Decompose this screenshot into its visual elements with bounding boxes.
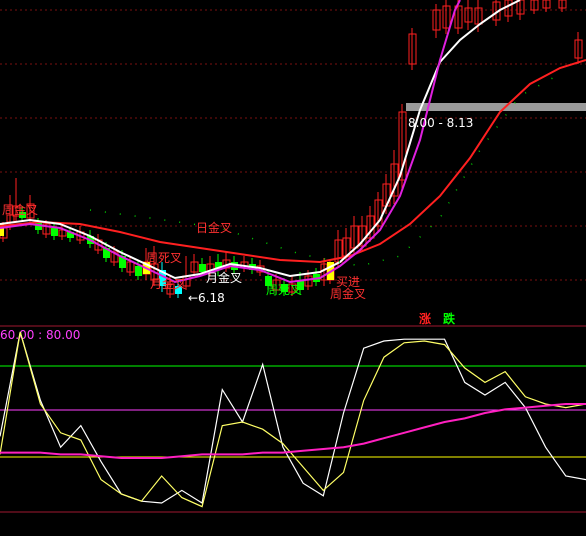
stock-chart: 日金叉周金叉月金叉月金叉周死叉周死叉买进周金叉←6.188.00 - 8.13 … xyxy=(0,0,586,513)
candlestick-series xyxy=(0,0,583,298)
oscillator-series xyxy=(0,331,586,504)
annotation-label: 周金叉 xyxy=(2,202,38,217)
ma-magenta-line xyxy=(0,0,461,284)
oscillator-series xyxy=(0,331,586,508)
ma-red-line xyxy=(0,59,586,264)
oscillator-panel: 60.00 : 80.00 涨跌 xyxy=(0,311,586,513)
trend-dots xyxy=(89,73,561,267)
resistance-band xyxy=(406,103,586,111)
annotation-label: 月金叉 xyxy=(150,276,186,291)
signal-annotations: 日金叉周金叉月金叉月金叉周死叉周死叉买进周金叉←6.188.00 - 8.13 xyxy=(2,116,473,305)
ma-white-line xyxy=(0,0,521,280)
annotation-label: 周死叉 xyxy=(266,283,302,297)
annotation-label: 周死叉 xyxy=(146,251,182,265)
annotation-label: 周金叉 xyxy=(330,286,366,301)
annotation-label: 日金叉 xyxy=(196,220,232,235)
legend-label: 跌 xyxy=(443,311,456,326)
annotation-label: 8.00 - 8.13 xyxy=(408,116,473,130)
candle-body xyxy=(135,266,142,276)
price-band-bar xyxy=(406,103,586,111)
oscillator-series xyxy=(0,403,586,459)
oscillator-header: 60.00 : 80.00 xyxy=(0,328,80,342)
annotation-label: ←6.18 xyxy=(188,291,225,305)
candle-body xyxy=(51,228,58,236)
moving-average-lines xyxy=(0,0,586,284)
legend-label: 涨 xyxy=(419,311,431,326)
candle-body xyxy=(199,264,206,272)
annotation-label: 月金叉 xyxy=(206,270,242,285)
